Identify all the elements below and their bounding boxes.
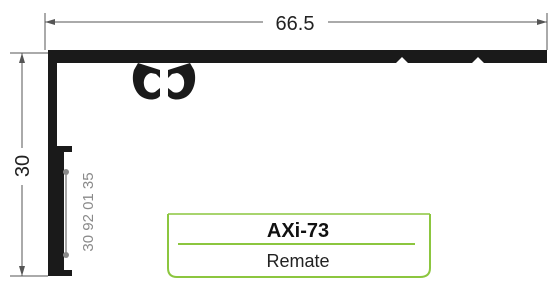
label-box: AXi-73 Remate bbox=[167, 213, 431, 278]
label-title: AXi-73 bbox=[267, 220, 329, 242]
profile-web bbox=[48, 50, 57, 276]
aluminium-profile bbox=[48, 50, 547, 276]
profile-snap-clip-right bbox=[168, 63, 196, 100]
width-dimension: 66.5 bbox=[44, 13, 548, 50]
profile-drawing: 66.5 30 30 92 01 35 AXi-73 Remate bbox=[10, 13, 548, 278]
height-dimension-label: 30 bbox=[12, 155, 34, 177]
part-code-label: 30 92 01 35 bbox=[80, 172, 97, 251]
width-dimension-label: 66.5 bbox=[276, 13, 315, 35]
profile-top-flange bbox=[48, 50, 547, 66]
profile-snap-clip bbox=[132, 63, 160, 100]
label-subtitle: Remate bbox=[266, 251, 329, 271]
height-dimension: 30 bbox=[10, 52, 48, 277]
